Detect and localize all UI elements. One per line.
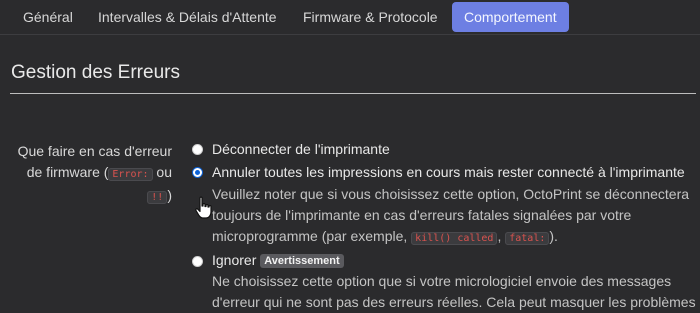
label-text-close: )	[167, 187, 172, 203]
option-ignore-help: Ne choisissez cette option que si votre …	[212, 273, 696, 310]
firmware-error-label: Que faire en cas d'erreur de firmware (E…	[2, 141, 172, 208]
tab-behavior[interactable]: Comportement	[452, 2, 569, 32]
tab-general[interactable]: Général	[11, 2, 85, 32]
option-cancel-prints-help: Veuillez noter que si vous choisissez ce…	[212, 184, 696, 249]
option-cancel-prints-label[interactable]: Annuler toutes les impressions en cours …	[212, 164, 685, 180]
section-divider	[10, 93, 696, 94]
tab-firmware-protocol[interactable]: Firmware & Protocole	[291, 2, 450, 32]
error-code: Error:	[108, 168, 153, 181]
ignore-text: Ignorer	[212, 252, 257, 268]
settings-tabs: Général Intervalles & Délais d'Attente F…	[0, 0, 700, 35]
radio-disconnect[interactable]	[192, 144, 203, 155]
label-text-or: ou	[152, 164, 172, 180]
option-ignore-label[interactable]: Ignorer Avertissement	[212, 252, 344, 268]
warning-badge: Avertissement	[260, 254, 344, 268]
radio-cancel-prints[interactable]	[192, 167, 203, 178]
help-text-end: ).	[549, 228, 558, 244]
kill-called-code: kill() called	[411, 232, 498, 245]
double-bang-code: !!	[147, 191, 168, 204]
hand-pointer-icon	[195, 196, 212, 219]
tab-intervals-timeouts[interactable]: Intervalles & Délais d'Attente	[86, 2, 289, 32]
fatal-code: fatal:	[505, 232, 550, 245]
option-disconnect-label[interactable]: Déconnecter de l'imprimante	[212, 141, 390, 157]
radio-ignore[interactable]	[192, 256, 203, 267]
section-title: Gestion des Erreurs	[11, 62, 180, 83]
